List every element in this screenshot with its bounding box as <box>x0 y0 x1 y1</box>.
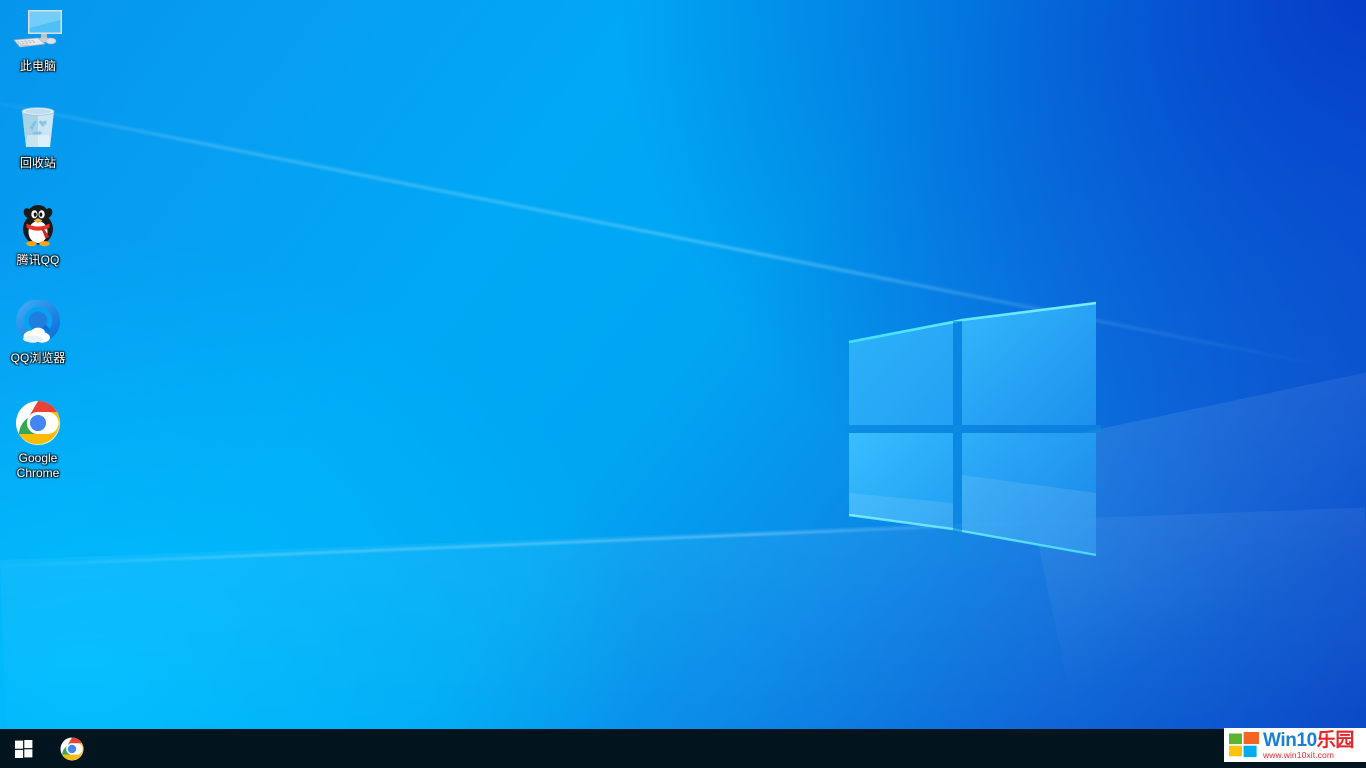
watermark-brand: Win10乐园 <box>1263 731 1366 750</box>
desktop-icon-label: Google Chrome <box>16 451 60 480</box>
desktop-icon-label: QQ浏览器 <box>10 351 66 365</box>
windows-hero-logo <box>845 301 1101 557</box>
desktop[interactable]: 此电脑 回收站 腾讯QQ QQ浏览器 Google Chrome Win10乐园… <box>0 0 1366 768</box>
desktop-icon-this-pc[interactable]: 此电脑 <box>0 8 76 74</box>
windows-four-square-logo <box>1229 732 1259 758</box>
desktop-icon-google-chrome[interactable]: Google Chrome <box>0 400 76 481</box>
light-beam-right <box>1017 359 1366 701</box>
taskbar[interactable] <box>0 729 1366 768</box>
light-streak-upper <box>0 90 1366 385</box>
recycle-bin-icon <box>0 105 76 153</box>
chrome-icon <box>60 737 84 760</box>
taskbar-pinned-area <box>0 729 96 768</box>
taskbar-empty-area[interactable] <box>96 729 1336 768</box>
qq-penguin-icon <box>0 202 76 250</box>
desktop-icon-recycle-bin[interactable]: 回收站 <box>0 105 76 171</box>
desktop-icon-label: 回收站 <box>19 156 56 170</box>
desktop-icon-tencent-qq[interactable]: 腾讯QQ <box>0 202 76 268</box>
qq-browser-icon <box>0 300 76 348</box>
desktop-icon-label: 此电脑 <box>19 59 56 73</box>
taskbar-item-chrome[interactable] <box>48 729 96 768</box>
watermark-url: www.win10xit.com <box>1263 749 1335 760</box>
desktop-icon-label: 腾讯QQ <box>16 253 60 267</box>
floor-light-wash <box>0 507 1366 729</box>
start-button[interactable] <box>0 729 48 768</box>
watermark-text: Win10乐园 www.win10xit.com <box>1263 731 1366 760</box>
watermark-brand-cn: 乐园 <box>1316 729 1355 751</box>
chrome-icon <box>0 400 76 448</box>
light-streak-floor <box>0 519 1080 568</box>
desktop-icon-qq-browser[interactable]: QQ浏览器 <box>0 300 76 366</box>
site-watermark: Win10乐园 www.win10xit.com <box>1224 728 1366 762</box>
desktop-wallpaper <box>0 0 1366 729</box>
windows-start-icon <box>15 739 33 758</box>
watermark-brand-en: Win10 <box>1263 729 1317 751</box>
computer-icon <box>0 8 76 56</box>
